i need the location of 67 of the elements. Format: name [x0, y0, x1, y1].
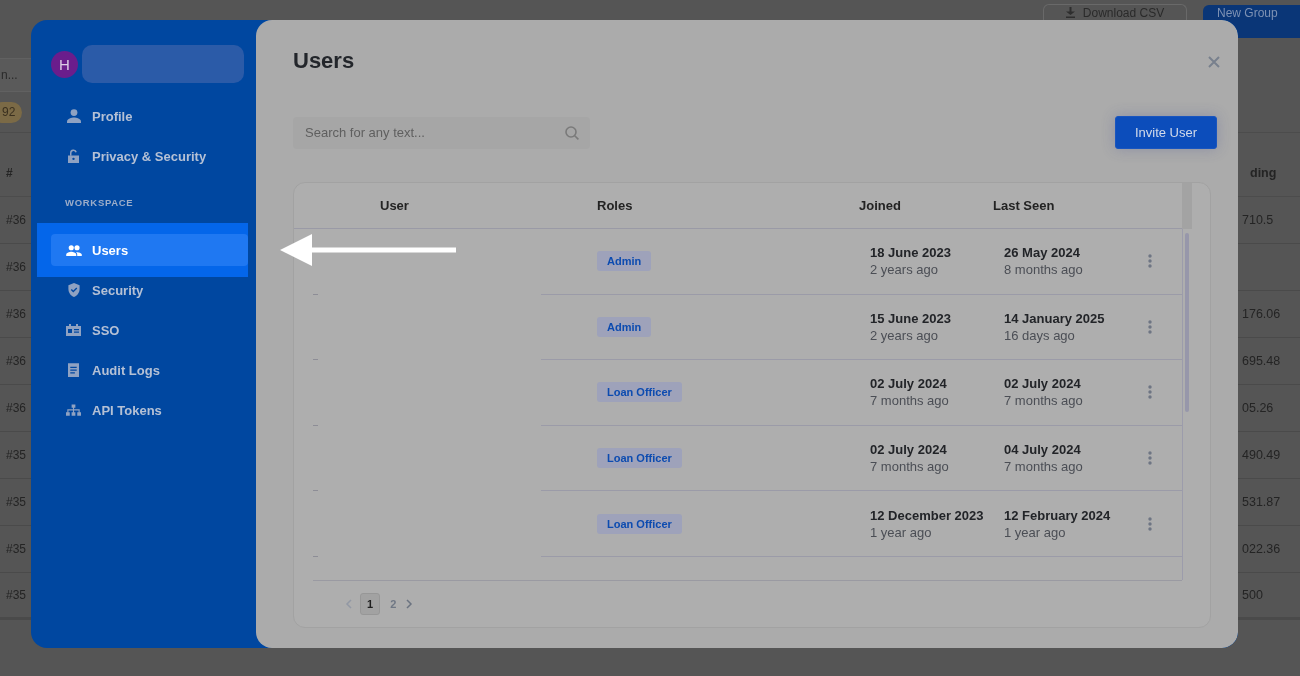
section-heading: WORKSPACE	[64, 196, 135, 210]
column-header: Joined	[859, 198, 901, 213]
next-page-button[interactable]	[406, 599, 414, 609]
person-icon	[66, 109, 81, 123]
nav-item[interactable]: Audit Logs	[51, 354, 248, 386]
relative-time: 7 months ago	[870, 392, 949, 410]
role-tag: Admin	[597, 251, 652, 272]
date-text: 02 July 2024	[1004, 375, 1082, 393]
id-card-icon	[66, 324, 81, 336]
close-icon	[1208, 56, 1220, 68]
column-header: #	[5, 166, 14, 180]
page-title: Users	[293, 48, 355, 74]
chevron-right-icon	[406, 599, 414, 609]
role-tag: Admin	[597, 316, 652, 337]
date-text: 15 June 2023	[870, 309, 951, 327]
relative-time: 7 months ago	[1004, 458, 1083, 476]
row-menu-button[interactable]	[1147, 450, 1153, 467]
date-text: 12 December 2023	[870, 506, 984, 524]
relative-time: 16 days ago	[1004, 326, 1076, 344]
date-text: 02 July 2024	[870, 375, 948, 393]
people-icon	[65, 244, 82, 256]
row-menu-button[interactable]	[1147, 384, 1153, 401]
invite-user-button[interactable]: Invite User	[1115, 116, 1217, 149]
relative-time: 2 years ago	[870, 326, 939, 344]
date-text: 12 February 2024	[1004, 506, 1111, 524]
date-text: 14 January 2025	[1004, 309, 1105, 327]
relative-time: 7 months ago	[870, 458, 949, 476]
nav-item[interactable]: Privacy & Security	[51, 140, 248, 172]
relative-time: 2 years ago	[870, 261, 939, 279]
page-button[interactable]: 1	[360, 593, 381, 615]
count-badge: 92	[0, 101, 23, 123]
vertical-dots-icon	[1148, 451, 1152, 466]
role-tag: Loan Officer	[597, 448, 682, 469]
vertical-dots-icon	[1148, 319, 1152, 334]
chevron-left-icon	[345, 599, 352, 609]
vertical-dots-icon	[1148, 385, 1152, 400]
vertical-dots-icon	[1148, 516, 1152, 531]
search-icon	[565, 125, 579, 140]
relative-time: 8 months ago	[1004, 261, 1083, 279]
date-text: 26 May 2024	[1004, 244, 1081, 262]
nav-item[interactable]: Security	[51, 274, 248, 306]
nav-item[interactable]: Profile	[51, 100, 248, 132]
date-text: 18 June 2023	[870, 244, 951, 262]
open-lock-icon	[68, 149, 79, 163]
document-icon	[68, 363, 79, 377]
download-icon	[1065, 7, 1075, 18]
row-menu-button[interactable]	[1147, 318, 1153, 335]
relative-time: 1 year ago	[1004, 523, 1067, 541]
nav-item[interactable]: SSO	[51, 314, 248, 346]
shield-check-icon	[67, 283, 80, 297]
search-field[interactable]: Search for any text...	[293, 116, 590, 149]
relative-time: 7 months ago	[1004, 392, 1083, 410]
relative-time: 1 year ago	[870, 523, 933, 541]
column-header: User	[380, 198, 409, 213]
date-text: 02 July 2024	[870, 441, 948, 459]
role-tag: Loan Officer	[597, 513, 682, 534]
vertical-dots-icon	[1148, 254, 1152, 269]
row-menu-button[interactable]	[1147, 515, 1153, 532]
date-text: 04 July 2024	[1004, 441, 1082, 459]
column-header: Roles	[597, 198, 633, 213]
avatar: H	[51, 50, 78, 78]
column-header: Last Seen	[993, 198, 1055, 213]
nav-item[interactable]: API Tokens	[51, 394, 248, 426]
nav-item[interactable]: Users	[51, 234, 248, 266]
role-tag: Loan Officer	[597, 382, 682, 403]
sitemap-icon	[66, 404, 81, 416]
row-menu-button[interactable]	[1147, 253, 1153, 270]
